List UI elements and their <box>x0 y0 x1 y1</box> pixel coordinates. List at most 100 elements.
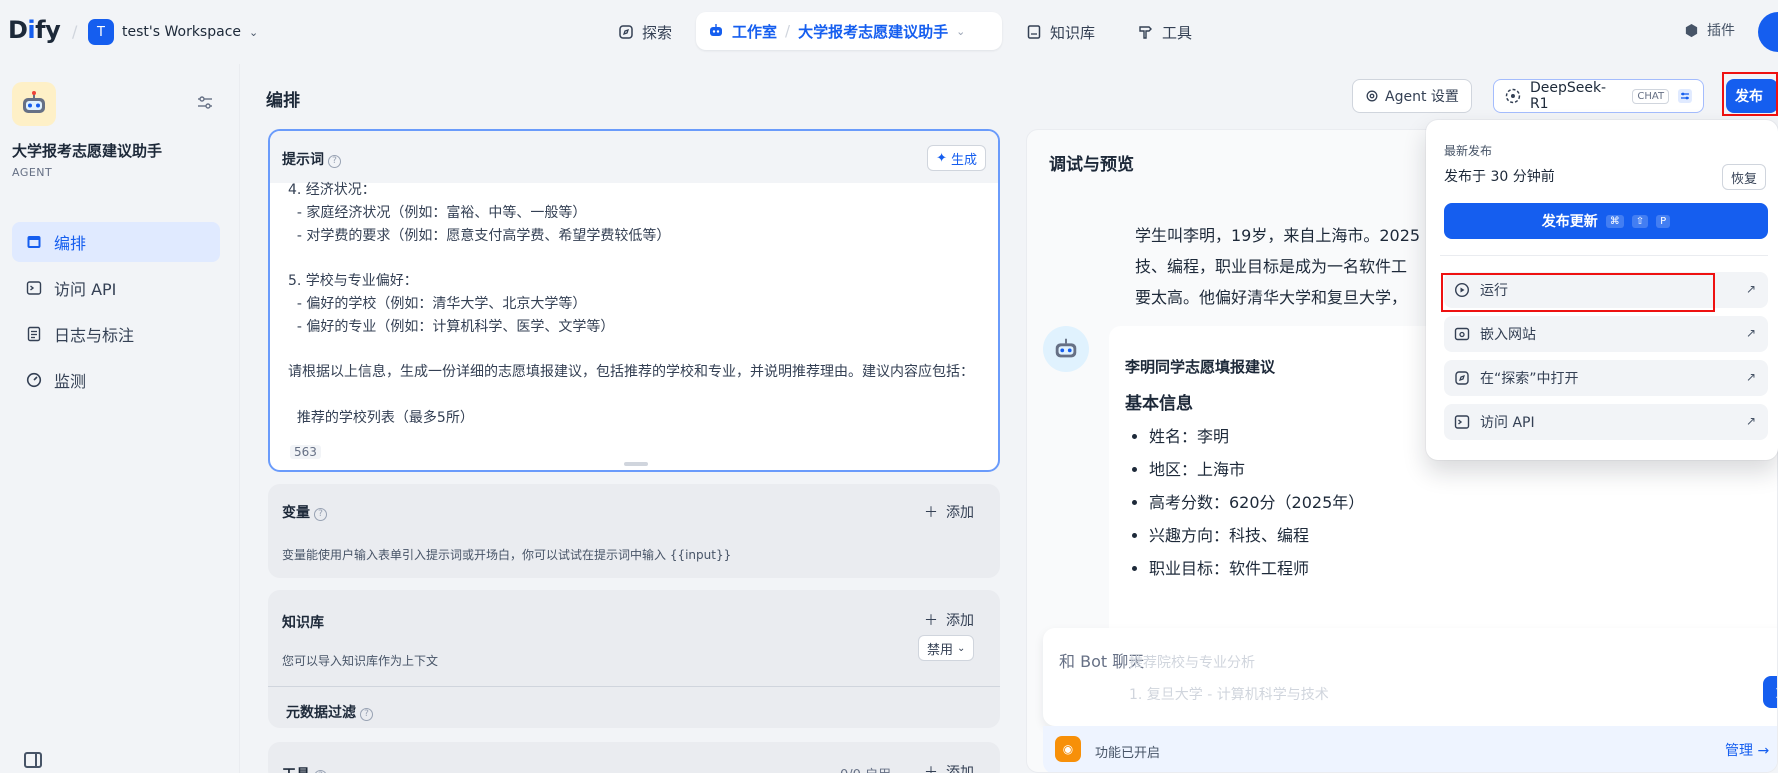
dify-logo[interactable]: Dify <box>8 16 61 44</box>
sidebar-collapse-icon[interactable] <box>24 752 42 768</box>
add-variable-button[interactable]: ＋ 添加 <box>924 502 974 522</box>
knowledge-card: 知识库 ＋ 添加 您可以导入知识库作为上下文 元数据过滤? <box>268 590 1000 728</box>
add-label: 添加 <box>946 505 974 521</box>
tools-title-text: 工具 <box>282 767 310 773</box>
prompt-header: 提示词? ✦ 生成 <box>270 131 998 183</box>
add-tool-button[interactable]: ＋ 添加 <box>924 762 974 773</box>
shortcut-key: P <box>1656 214 1671 228</box>
add-label: 添加 <box>946 613 974 629</box>
sidebar-item-label: 监测 <box>54 372 87 391</box>
workspace-name: test's Workspace <box>122 24 241 40</box>
knowledge-title: 知识库 <box>282 615 324 631</box>
settings-sliders-icon[interactable] <box>196 94 214 112</box>
plus-icon: ＋ <box>924 765 938 773</box>
menu-item-access-api[interactable]: 访问 API ↗ <box>1444 404 1768 440</box>
plus-icon: ＋ <box>924 505 938 521</box>
bot-avatar <box>1043 326 1089 372</box>
shortcut-key: ⌘ <box>1605 214 1624 228</box>
generate-button[interactable]: ✦ 生成 <box>927 145 986 171</box>
metadata-filter-title: 元数据过滤? <box>286 702 373 722</box>
robot-icon <box>1055 338 1077 358</box>
menu-item-run[interactable]: 运行 ↗ <box>1444 272 1768 308</box>
metadata-filter-text: 元数据过滤 <box>286 705 356 721</box>
help-icon[interactable]: ? <box>328 155 341 168</box>
robot-icon <box>710 24 722 36</box>
nav-tools[interactable]: 工具 <box>1138 14 1192 50</box>
tools-card: 工具? 0/0 启用 ＋ 添加 <box>268 742 1000 773</box>
nav-studio-label: 工作室 <box>732 22 778 41</box>
workspace-switcher[interactable]: T test's Workspace ⌄ <box>88 19 258 45</box>
list-item: 姓名：李明 <box>1149 420 1364 453</box>
compass-icon <box>619 25 633 39</box>
feature-status: 功能已开启 <box>1095 746 1161 761</box>
model-selector[interactable]: DeepSeek-R1 CHAT <box>1493 79 1704 113</box>
feature-bar: ◉ 功能已开启 管理 → <box>1043 726 1777 772</box>
gear-icon <box>1366 90 1378 102</box>
deepseek-model-icon <box>1505 88 1521 104</box>
variables-title: 变量? <box>282 502 327 522</box>
layout-icon <box>27 236 41 248</box>
nav-studio[interactable]: 工作室 / 大学报考志愿建议助手 ⌄ <box>696 12 1002 50</box>
external-arrow-icon: ↗ <box>1745 370 1756 384</box>
app-name: 大学报考志愿建议助手 <box>12 142 163 160</box>
publish-button[interactable]: 发布 <box>1726 79 1778 113</box>
send-button[interactable]: ➤ <box>1763 676 1777 708</box>
agent-settings-button[interactable]: Agent 设置 <box>1352 79 1472 113</box>
nav-explore-label: 探索 <box>642 23 673 42</box>
nav-explore[interactable]: 探索 <box>618 14 672 50</box>
divider <box>268 686 1000 687</box>
separator: / <box>72 22 78 41</box>
restore-button[interactable]: 恢复 <box>1722 164 1767 190</box>
chat-input[interactable]: 和 Bot 聊天 推荐院校与专业分析 1. 复旦大学 - 计算机科学与技术 ➤ <box>1043 628 1777 726</box>
page-title: 编排 <box>266 91 300 111</box>
help-icon[interactable]: ? <box>314 508 327 521</box>
menu-item-label: 运行 <box>1480 283 1508 299</box>
add-knowledge-button[interactable]: ＋ 添加 <box>924 610 974 630</box>
menu-item-embed[interactable]: 嵌入网站 ↗ <box>1444 316 1768 352</box>
variables-card: 变量? ＋ 添加 变量能使用户输入表单引入提示词或开场白，你可以试试在提示词中输入… <box>268 484 1000 578</box>
variables-title-text: 变量 <box>282 505 310 521</box>
menu-item-label: 在“探索”中打开 <box>1480 371 1579 387</box>
bot-heading: 李明同学志愿填报建议 <box>1125 358 1276 376</box>
user-avatar[interactable] <box>1758 12 1778 52</box>
prompt-label: 提示词? <box>282 149 341 169</box>
sidebar-item-label: 编排 <box>54 234 87 253</box>
app-icon <box>12 82 56 126</box>
sidebar: 大学报考志愿建议助手 AGENT 编排 访问 API 日志与标注 监测 <box>0 64 240 773</box>
generate-label: 生成 <box>950 152 977 168</box>
current-app-name[interactable]: 大学报考志愿建议助手 <box>798 21 948 42</box>
list-item: 高考分数：620分（2025年） <box>1149 486 1364 519</box>
prompt-textarea[interactable]: 4. 经济状况： - 家庭经济状况（例如：富裕、中等、一般等） - 对学费的要求… <box>288 179 988 445</box>
publish-menu: 最新发布 发布于 30 分钟前 恢复 发布更新 ⌘ ⇧ P 运行 ↗ 嵌入网站 … <box>1426 120 1778 460</box>
help-icon[interactable]: ? <box>360 708 373 721</box>
nav-knowledge-label: 知识库 <box>1050 23 1096 42</box>
variables-description: 变量能使用户输入表单引入提示词或开场白，你可以试试在提示词中输入 {{input… <box>282 548 732 562</box>
chevron-down-icon: ⌄ <box>956 24 966 38</box>
external-arrow-icon: ↗ <box>1745 282 1756 296</box>
sidebar-item-api[interactable]: 访问 API <box>12 268 220 308</box>
publish-update-label: 发布更新 <box>1541 214 1598 230</box>
document-icon <box>27 326 41 342</box>
shortcut-key: ⇧ <box>1631 214 1649 228</box>
plugins-button[interactable]: 插件 <box>1684 20 1735 40</box>
tools-title: 工具? <box>282 764 327 773</box>
compass-icon <box>1455 371 1469 385</box>
manage-link[interactable]: 管理 → <box>1725 740 1769 760</box>
resize-handle[interactable] <box>624 462 648 466</box>
nav-knowledge[interactable]: 知识库 <box>1026 14 1095 50</box>
sidebar-item-logs[interactable]: 日志与标注 <box>12 314 220 354</box>
external-arrow-icon: ↗ <box>1745 414 1756 428</box>
settings-sliders-icon[interactable] <box>1677 88 1693 104</box>
sidebar-item-monitoring[interactable]: 监测 <box>12 360 220 400</box>
terminal-icon <box>26 281 42 295</box>
menu-item-open-explore[interactable]: 在“探索”中打开 ↗ <box>1444 360 1768 396</box>
nav-tools-label: 工具 <box>1162 23 1193 42</box>
sidebar-item-orchestrate[interactable]: 编排 <box>12 222 220 262</box>
terminal-icon <box>1454 415 1470 429</box>
metadata-filter-dropdown[interactable]: 禁用 ⌄ <box>918 635 975 661</box>
publish-update-button[interactable]: 发布更新 ⌘ ⇧ P <box>1444 203 1768 239</box>
embed-icon <box>1454 327 1470 341</box>
separator: / <box>785 22 791 40</box>
model-mode-badge: CHAT <box>1632 88 1670 104</box>
workspace-badge: T <box>88 19 114 45</box>
